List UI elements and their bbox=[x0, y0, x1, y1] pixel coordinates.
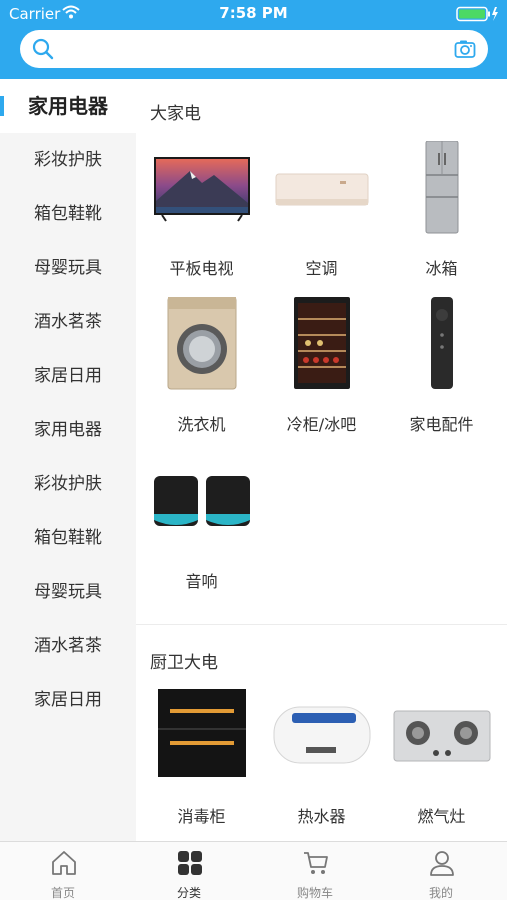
tab-cart[interactable]: 购物车 bbox=[252, 842, 378, 900]
wine-cooler-image bbox=[260, 297, 383, 393]
category-content: 大家电 平板电视 空调 冰箱 洗衣机 冷柜/冰吧 家电配件 音响 厨卫大电 消毒… bbox=[136, 79, 507, 841]
refrigerator-image bbox=[380, 140, 503, 237]
product-label: 冷柜/冰吧 bbox=[286, 415, 357, 434]
disinfection-cabinet-image bbox=[140, 689, 263, 785]
product-item[interactable]: 冷柜/冰吧 bbox=[260, 297, 383, 435]
sidebar-item-drinks-tea[interactable]: 酒水茗茶 bbox=[0, 295, 136, 349]
tab-label: 首页 bbox=[50, 886, 75, 900]
product-item[interactable]: 音响 bbox=[140, 454, 263, 592]
sidebar-item-label: 酒水茗茶 bbox=[34, 312, 102, 332]
header-bar: Carrier 7:58 PM bbox=[0, 0, 507, 79]
sidebar-item-baby-toys[interactable]: 母婴玩具 bbox=[0, 241, 136, 295]
bottom-tab-bar: 首页 分类 购物车 我的 bbox=[0, 841, 507, 900]
sidebar-item-cosmetics[interactable]: 彩妆护肤 bbox=[0, 133, 136, 187]
product-item[interactable]: 消毒柜 bbox=[140, 689, 263, 827]
sidebar-item-bags-shoes[interactable]: 箱包鞋靴 bbox=[0, 187, 136, 241]
sidebar-item-label: 彩妆护肤 bbox=[34, 150, 102, 170]
section-divider bbox=[136, 624, 507, 625]
product-label: 热水器 bbox=[297, 807, 346, 826]
sidebar-item-drinks-tea-2[interactable]: 酒水茗茶 bbox=[0, 619, 136, 673]
clock: 7:58 PM bbox=[219, 4, 288, 22]
tab-profile[interactable]: 我的 bbox=[378, 842, 504, 900]
remote-control-image bbox=[380, 297, 503, 393]
section-title: 大家电 bbox=[150, 104, 201, 124]
speakers-image bbox=[140, 454, 263, 550]
product-label: 冰箱 bbox=[425, 259, 458, 278]
sidebar-item-label: 家居日用 bbox=[34, 366, 102, 386]
product-item[interactable]: 洗衣机 bbox=[140, 296, 263, 435]
active-indicator bbox=[0, 96, 4, 116]
camera-icon[interactable] bbox=[454, 39, 476, 63]
tab-label: 购物车 bbox=[296, 886, 333, 900]
sidebar-item-label: 箱包鞋靴 bbox=[34, 528, 102, 548]
product-label: 平板电视 bbox=[169, 259, 234, 278]
sidebar-item-household-2[interactable]: 家居日用 bbox=[0, 673, 136, 727]
sidebar-item-bags-shoes-2[interactable]: 箱包鞋靴 bbox=[0, 511, 136, 565]
section-title: 厨卫大电 bbox=[150, 653, 218, 673]
tab-category[interactable]: 分类 bbox=[126, 842, 252, 900]
sidebar-item-label: 彩妆护肤 bbox=[34, 474, 102, 494]
tab-label: 分类 bbox=[176, 886, 201, 900]
gas-stove-image bbox=[380, 689, 503, 785]
sidebar-item-label: 家用电器 bbox=[28, 94, 108, 118]
sidebar-item-label: 箱包鞋靴 bbox=[34, 204, 102, 224]
sidebar-item-cosmetics-2[interactable]: 彩妆护肤 bbox=[0, 457, 136, 511]
product-label: 洗衣机 bbox=[177, 415, 226, 434]
sidebar-item-label: 家居日用 bbox=[34, 690, 102, 710]
sidebar-item-label: 母婴玩具 bbox=[34, 582, 102, 602]
product-item[interactable]: 冰箱 bbox=[380, 140, 503, 279]
home-icon bbox=[50, 849, 78, 877]
sidebar-item-label: 母婴玩具 bbox=[34, 258, 102, 278]
product-label: 家电配件 bbox=[409, 415, 474, 434]
product-item[interactable]: 平板电视 bbox=[140, 141, 263, 279]
tab-label: 我的 bbox=[428, 886, 453, 900]
product-label: 音响 bbox=[185, 572, 218, 591]
battery-icon bbox=[456, 6, 500, 26]
product-item[interactable]: 家电配件 bbox=[380, 297, 503, 435]
sidebar-item-household[interactable]: 家居日用 bbox=[0, 349, 136, 403]
cart-icon bbox=[302, 849, 330, 877]
sidebar-item-home-appliances-2[interactable]: 家用电器 bbox=[0, 403, 136, 457]
product-label: 燃气灶 bbox=[417, 807, 466, 826]
water-heater-image bbox=[260, 689, 383, 785]
product-item[interactable]: 燃气灶 bbox=[380, 689, 503, 827]
status-bar: Carrier 7:58 PM bbox=[0, 0, 507, 28]
product-label: 消毒柜 bbox=[177, 807, 226, 826]
user-icon bbox=[428, 849, 456, 877]
category-sidebar: 家用电器 彩妆护肤 箱包鞋靴 母婴玩具 酒水茗茶 家居日用 家用电器 彩妆护肤 … bbox=[0, 79, 136, 841]
product-item[interactable]: 热水器 bbox=[260, 689, 383, 827]
sidebar-item-home-appliances[interactable]: 家用电器 bbox=[0, 79, 136, 133]
product-item[interactable]: 空调 bbox=[260, 141, 383, 279]
search-input[interactable] bbox=[20, 30, 488, 68]
air-conditioner-image bbox=[260, 141, 383, 237]
sidebar-item-label: 家用电器 bbox=[34, 420, 102, 440]
category-icon bbox=[176, 849, 204, 877]
tv-image bbox=[140, 141, 263, 237]
product-label: 空调 bbox=[305, 259, 338, 278]
search-icon bbox=[32, 38, 54, 64]
washing-machine-image bbox=[140, 296, 263, 393]
sidebar-item-label: 酒水茗茶 bbox=[34, 636, 102, 656]
tab-home[interactable]: 首页 bbox=[0, 842, 126, 900]
sidebar-item-baby-toys-2[interactable]: 母婴玩具 bbox=[0, 565, 136, 619]
